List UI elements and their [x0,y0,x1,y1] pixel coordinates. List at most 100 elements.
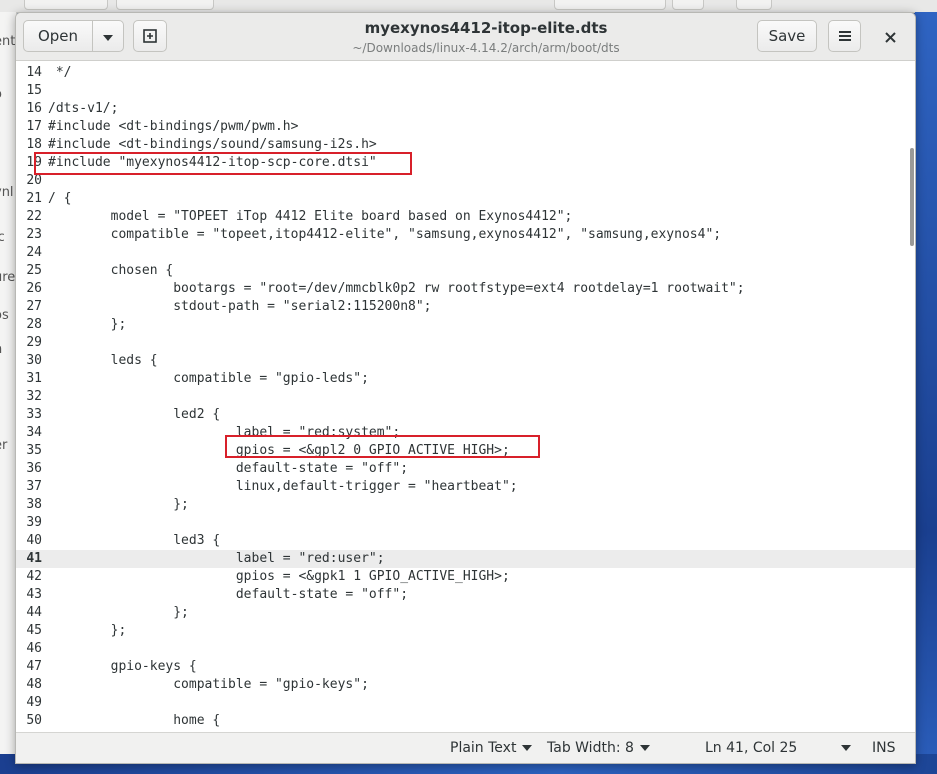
insert-mode-indicator[interactable]: INS [872,740,896,756]
cursor-position-selector[interactable]: Ln 41, Col 25 [705,740,852,756]
window-subtitle: ~/Downloads/linux-4.14.2/arch/arm/boot/d… [352,41,620,55]
background-sidebar-text: ic [0,230,5,245]
line-number: 29 [26,335,42,350]
code-line[interactable]: 16/dts-v1/; [16,100,915,118]
language-selector[interactable]: Plain Text [450,740,533,756]
open-recent-menu-button[interactable] [92,20,124,52]
line-number: 17 [26,119,42,134]
code-line[interactable]: 46 [16,640,915,658]
open-button-label: Open [37,27,79,45]
header-bar: Open myexynos4412-itop-elite.dts ~/Downl… [16,13,915,61]
code-line[interactable]: 38 }; [16,496,915,514]
main-menu-button[interactable] [828,20,861,52]
code-line[interactable]: 50 home { [16,712,915,730]
line-number: 30 [26,353,42,368]
line-text: }; [48,623,127,638]
code-line[interactable]: 27 stdout-path = "serial2:115200n8"; [16,298,915,316]
code-line[interactable]: 21 / { [16,190,915,208]
line-text: / { [48,191,72,206]
line-number: 48 [26,677,42,692]
code-line[interactable]: 24 [16,244,915,262]
status-bar: Plain Text Tab Width: 8 Ln 41, Col 25 IN… [16,732,915,763]
line-number: 22 [26,209,42,224]
cursor-position-label: Ln 41, Col 25 [705,740,798,756]
line-text: led3 { [48,533,221,548]
line-number: 27 [26,299,42,314]
line-number: 26 [26,281,42,296]
chevron-down-icon [639,745,650,751]
line-number: 16 [26,101,42,116]
code-line[interactable]: 17 #include <dt-bindings/pwm/pwm.h> [16,118,915,136]
new-tab-button[interactable] [133,20,167,52]
code-line[interactable]: 31 compatible = "gpio-leds"; [16,370,915,388]
code-line[interactable]: 30 leds { [16,352,915,370]
line-number: 23 [26,227,42,242]
close-window-button[interactable] [878,25,902,49]
text-editor-area[interactable]: 14 */15 16/dts-v1/; 17 #include <dt-binding… [16,61,915,732]
code-line[interactable]: 49 [16,694,915,712]
line-number: 37 [26,479,42,494]
line-text: compatible = "gpio-keys"; [48,677,369,692]
line-number: 50 [26,713,42,728]
code-line[interactable]: 29 [16,334,915,352]
code-line[interactable]: 45 }; [16,622,915,640]
line-text: }; [48,317,127,332]
line-text: }; [48,497,189,512]
code-line[interactable]: 23 compatible = "topeet,itop4412-elite",… [16,226,915,244]
code-line[interactable]: 48 compatible = "gpio-keys"; [16,676,915,694]
line-number: 28 [26,317,42,332]
background-sidebar-text: er [0,438,8,453]
code-line[interactable]: 44 }; [16,604,915,622]
code-line[interactable]: 42 gpios = <&gpk1 1 GPIO_ACTIVE_HIGH>; [16,568,915,586]
background-view-button [672,0,704,10]
line-text: label = "red:user"; [48,551,385,566]
code-line[interactable]: 43 default-state = "off"; [16,586,915,604]
line-number: 39 [26,515,42,530]
line-text: bootargs = "root=/dev/mmcblk0p2 rw rootf… [48,281,745,296]
line-number: 44 [26,605,42,620]
language-label: Plain Text [450,740,517,756]
save-button[interactable]: Save [757,20,817,52]
code-line[interactable]: 32 [16,388,915,406]
open-button[interactable]: Open [23,20,93,52]
line-text: /dts-v1/; [48,101,119,116]
line-number: 31 [26,371,42,386]
code-line[interactable]: 33 led2 { [16,406,915,424]
annotation-box-gpios [225,435,540,458]
line-text: default-state = "off"; [48,461,409,476]
code-line[interactable]: 41 label = "red:user"; [16,550,915,568]
background-sidebar-text: os [0,308,9,323]
line-number: 40 [26,533,42,548]
line-number: 34 [26,425,42,440]
line-text: model = "TOPEET iTop 4412 Elite board ba… [48,209,573,224]
tab-width-selector[interactable]: Tab Width: 8 [547,740,650,756]
code-line[interactable]: 47 gpio-keys { [16,658,915,676]
line-number: 41 [26,551,42,566]
line-number: 24 [26,245,42,260]
code-line[interactable]: 22 model = "TOPEET iTop 4412 Elite board… [16,208,915,226]
code-line[interactable]: 36 default-state = "off"; [16,460,915,478]
line-number: 42 [26,569,42,584]
code-line[interactable]: 15 [16,82,915,100]
title-area: myexynos4412-itop-elite.dts ~/Downloads/… [276,19,696,55]
line-number: 35 [26,443,42,458]
code-line[interactable]: 14 */ [16,64,915,82]
background-menu-button [736,0,772,10]
code-line[interactable]: 40 led3 { [16,532,915,550]
code-line[interactable]: 28 }; [16,316,915,334]
code-line[interactable]: 39 [16,514,915,532]
window-title: myexynos4412-itop-elite.dts [364,19,608,37]
background-search-field [554,0,666,10]
background-sidebar-text: vnl [0,185,14,200]
line-number: 21 [26,191,42,206]
hamburger-icon [838,31,851,41]
code-line[interactable]: 25 chosen { [16,262,915,280]
line-number: 49 [26,695,42,710]
gedit-window: Open myexynos4412-itop-elite.dts ~/Downl… [15,12,916,764]
code-line[interactable]: 26 bootargs = "root=/dev/mmcblk0p2 rw ro… [16,280,915,298]
line-text: chosen { [48,263,174,278]
line-number: 25 [26,263,42,278]
new-tab-icon [143,29,157,43]
background-downloads-button [116,0,214,10]
code-line[interactable]: 37 linux,default-trigger = "heartbeat"; [16,478,915,496]
